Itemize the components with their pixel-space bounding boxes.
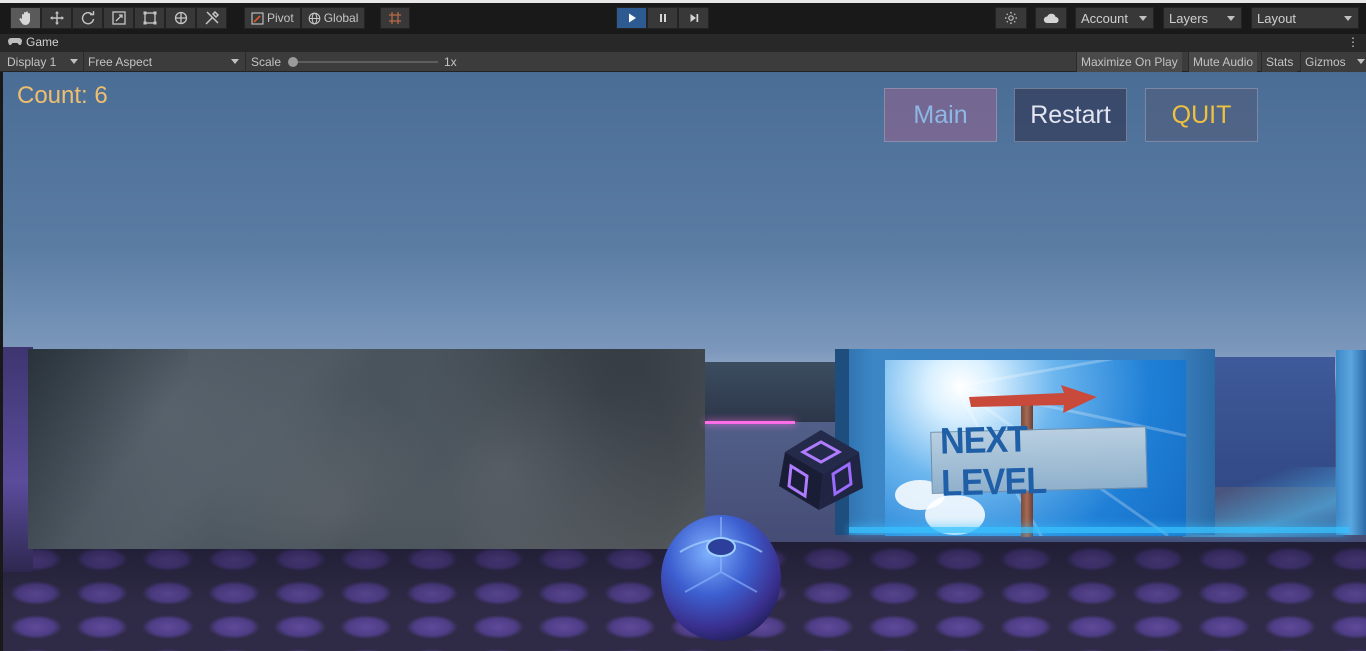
stone-wall-shadow (28, 349, 188, 549)
sun-ray (954, 360, 1186, 388)
hand-tool-icon[interactable] (10, 7, 41, 29)
play-icon[interactable] (616, 7, 647, 29)
transform-tool-icon[interactable] (165, 7, 196, 29)
aspect-label: Free Aspect (88, 55, 153, 69)
more-options-icon[interactable]: ⋮ (1347, 35, 1359, 49)
account-label: Account (1081, 10, 1128, 26)
sign-board: NEXT LEVEL (930, 418, 1148, 504)
global-toggle[interactable]: Global (300, 7, 366, 29)
restart-button[interactable]: Restart (1014, 88, 1127, 142)
pivot-icon (251, 11, 264, 25)
step-icon[interactable] (678, 7, 709, 29)
pivot-global-group: Pivot Global (244, 7, 366, 29)
services-icon[interactable] (995, 7, 1027, 29)
scale-label: Scale (245, 52, 281, 72)
pivot-toggle[interactable]: Pivot (244, 7, 301, 29)
scale-slider-handle[interactable] (288, 57, 298, 67)
next-level-text: NEXT LEVEL (939, 418, 1047, 504)
maximize-on-play-toggle[interactable]: Maximize On Play (1076, 52, 1182, 72)
quit-button[interactable]: QUIT (1145, 88, 1258, 142)
right-pillar (1336, 350, 1366, 535)
tool-group (10, 7, 227, 29)
game-tab-bar: Game ⋮ (0, 34, 1366, 52)
scale-slider-track[interactable] (293, 61, 438, 63)
playback-group (616, 7, 709, 29)
neon-cube-pickup (779, 430, 863, 510)
layers-dropdown[interactable]: Layers (1163, 7, 1242, 29)
count-label: Count: 6 (17, 82, 108, 109)
scale-value: 1x (444, 55, 457, 69)
main-menu-button[interactable]: Main (884, 88, 997, 142)
chevron-down-icon (1227, 16, 1235, 21)
account-dropdown[interactable]: Account (1075, 7, 1154, 29)
layers-label: Layers (1169, 10, 1209, 26)
layout-label: Layout (1257, 10, 1297, 26)
tab-game-label: Game (26, 35, 59, 49)
pause-icon[interactable] (647, 7, 678, 29)
chevron-down-icon (1344, 16, 1352, 21)
main-toolbar: Pivot Global Account Layers Layout (0, 0, 1366, 34)
layout-dropdown[interactable]: Layout (1251, 7, 1359, 29)
custom-tool-icon[interactable] (196, 7, 227, 29)
mute-audio-toggle[interactable]: Mute Audio (1188, 52, 1258, 72)
game-viewport[interactable]: NEXT LEVEL Count: 6 Main Restart QUIT (3, 72, 1366, 651)
rect-tool-icon[interactable] (134, 7, 165, 29)
player-ball (661, 515, 781, 641)
grid-snap-icon[interactable] (380, 7, 410, 29)
cyan-glow-line (849, 527, 1349, 533)
global-label: Global (323, 11, 359, 25)
red-arrow-icon (969, 385, 1097, 413)
display-dropdown[interactable]: Display 1 (7, 52, 79, 72)
gizmos-dropdown[interactable]: Gizmos (1300, 52, 1366, 72)
snap-group (380, 7, 410, 29)
chevron-down-icon (231, 59, 239, 64)
globe-icon (308, 12, 321, 25)
chevron-down-icon (1357, 59, 1365, 64)
tab-game[interactable]: Game (8, 35, 59, 49)
aspect-dropdown[interactable]: Free Aspect (83, 52, 243, 72)
pivot-label: Pivot (267, 11, 294, 25)
stats-toggle[interactable]: Stats (1261, 52, 1298, 72)
chevron-down-icon (1139, 16, 1147, 21)
gizmos-label: Gizmos (1305, 55, 1346, 69)
display-label: Display 1 (7, 55, 57, 69)
move-tool-icon[interactable] (41, 7, 72, 29)
scale-tool-icon[interactable] (103, 7, 134, 29)
chevron-down-icon (70, 59, 78, 64)
cloud-icon[interactable] (1035, 7, 1067, 29)
gamepad-icon (8, 35, 22, 49)
game-view-controls: Display 1 Free Aspect Scale 1x Maximize … (0, 52, 1366, 72)
rotate-tool-icon[interactable] (72, 7, 103, 29)
